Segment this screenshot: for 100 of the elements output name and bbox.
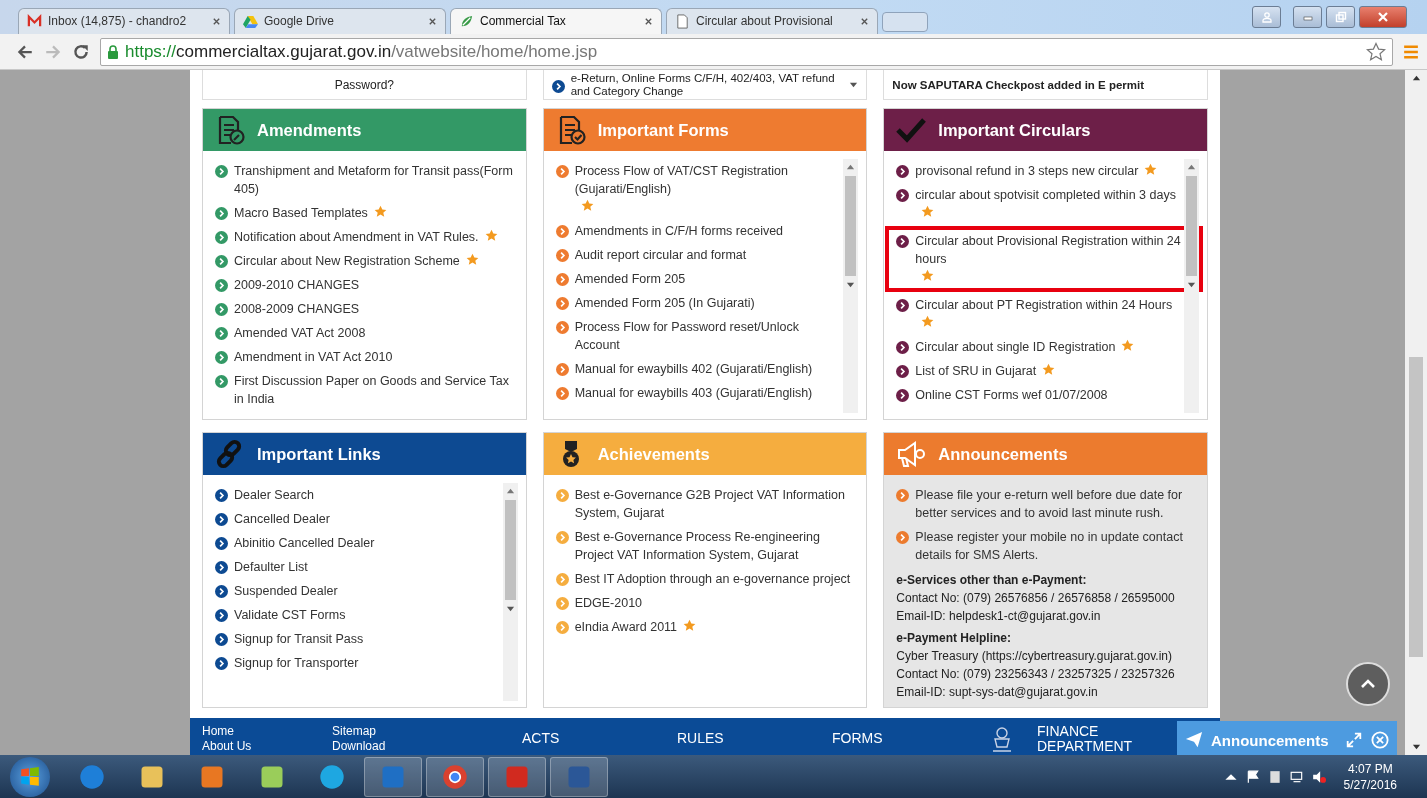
list-item-link[interactable]: Best e-Governance G2B Project VAT Information System, Gujarat: [574, 486, 855, 523]
chevron-bullet-icon: [896, 341, 910, 355]
list-item-link[interactable]: Circular about single ID Registration: [915, 338, 1116, 357]
scroll-down-arrow-icon[interactable]: [849, 80, 859, 90]
restore-button[interactable]: [1326, 6, 1355, 28]
contact-text: Contact No: (079) 23256343 / 23257325 / 23257326: [896, 666, 1176, 684]
list-item-link[interactable]: Signup for Transporter: [234, 654, 359, 673]
list-item-link[interactable]: Amendments in C/F/H forms received: [574, 222, 784, 241]
list-item-link[interactable]: Circular about Provisional Registration within 24 hours: [915, 232, 1184, 269]
minimize-button[interactable]: [1293, 6, 1322, 28]
chevron-bullet-icon: [555, 621, 569, 635]
chevron-bullet-icon: [555, 273, 569, 287]
start-button[interactable]: [10, 756, 50, 797]
expand-icon[interactable]: [1345, 731, 1363, 749]
list-item-link[interactable]: Macro Based Templates: [234, 204, 368, 223]
list-item-link[interactable]: Defaulter List: [234, 558, 308, 577]
chevron-bullet-icon: [896, 531, 910, 545]
scroll-down-arrow-icon[interactable]: [1187, 280, 1196, 290]
contact-heading: e-Payment Helpline:: [896, 630, 1013, 648]
footer-link[interactable]: Home: [202, 724, 332, 739]
scrollbar[interactable]: [843, 159, 859, 414]
browser-tab[interactable]: Circular about Provisional: [666, 7, 878, 34]
list-item-link[interactable]: First Discussion Paper on Goods and Service Tax in India: [234, 372, 514, 409]
list-item-link[interactable]: Best IT Adoption through an e-governance project: [574, 570, 851, 589]
close-icon[interactable]: [644, 16, 653, 26]
scrollbar[interactable]: [1184, 159, 1199, 414]
chevron-bullet-icon: [215, 303, 228, 317]
list-item-link[interactable]: EDGE-2010: [574, 594, 643, 613]
list-item-link[interactable]: Manual for ewaybills 402 (Gujarati/English): [574, 360, 813, 379]
list-item-link[interactable]: circular about spotvisit completed within 3 days: [915, 186, 1176, 205]
list-item-link[interactable]: eIndia Award 2011: [574, 618, 678, 637]
chevron-bullet-icon: [555, 321, 569, 335]
browser-tab[interactable]: Google Drive: [234, 7, 446, 34]
list-item-link[interactable]: Cancelled Dealer: [234, 510, 330, 529]
footer-link[interactable]: Download: [332, 739, 462, 754]
list-item-link[interactable]: Amended VAT Act 2008: [234, 324, 366, 343]
footer-heading[interactable]: FORMS: [832, 730, 987, 746]
scroll-down-arrow-icon[interactable]: [505, 604, 515, 614]
footer-heading[interactable]: RULES: [677, 730, 832, 746]
user-button[interactable]: [1252, 6, 1281, 28]
leaf-logo-icon: [459, 13, 474, 29]
scroll-down-arrow-icon[interactable]: [1411, 742, 1421, 751]
close-button[interactable]: [1359, 6, 1407, 28]
list-item-link[interactable]: Circular about New Registration Scheme: [234, 252, 460, 271]
speaker-muted-icon[interactable]: [1311, 769, 1326, 784]
address-bar[interactable]: https://commercialtax.gujarat.gov.in/vatwebsite/home/home.jsp: [100, 37, 1393, 66]
mail-icon: [27, 13, 42, 29]
list-item-link[interactable]: Process Flow of VAT/CST Registration (Gujarati/English): [574, 162, 840, 199]
footer-link[interactable]: Sitemap: [332, 724, 462, 739]
list-item-link[interactable]: Abinitio Cancelled Dealer: [234, 534, 375, 553]
close-icon[interactable]: [860, 16, 869, 26]
scrollbar[interactable]: [1405, 70, 1427, 755]
scroll-to-top-button[interactable]: [1346, 662, 1390, 707]
footer-link[interactable]: About Us: [202, 739, 332, 754]
list-item-link[interactable]: Notification about Amendment in VAT Rules.: [234, 228, 479, 247]
list-item-link[interactable]: Validate CST Forms: [234, 606, 346, 625]
close-icon: [1377, 11, 1389, 23]
clock-time[interactable]: 4:07 PM: [1347, 760, 1393, 777]
list-item-link[interactable]: 2009-2010 CHANGES: [234, 276, 360, 295]
list-item-link[interactable]: Online CST Forms wef 01/07/2008: [915, 386, 1108, 405]
device-icon[interactable]: [1267, 769, 1282, 784]
chevron-bullet-icon: [896, 235, 910, 249]
chevron-bullet-icon: [215, 537, 228, 551]
browser-tab[interactable]: Commercial Tax: [450, 7, 662, 34]
list-item-link[interactable]: 2008-2009 CHANGES: [234, 300, 360, 319]
network-icon[interactable]: [1289, 769, 1304, 784]
list-item-link[interactable]: Manual for ewaybills 403 (Gujarati/English): [574, 384, 813, 403]
panel-title: Important Circulars: [938, 120, 1091, 140]
clock-date[interactable]: 5/27/2016: [1343, 776, 1397, 793]
reload-icon[interactable]: [72, 42, 90, 61]
footer-heading[interactable]: ACTS: [522, 730, 677, 746]
list-item-link[interactable]: Amended Form 205 (In Gujarati): [574, 294, 755, 313]
department-name: FINANCE: [1037, 724, 1100, 739]
list-item-link[interactable]: provisonal refund in 3 steps new circular: [915, 162, 1139, 181]
chevron-bullet-icon: [215, 207, 228, 221]
chevron-bullet-icon: [215, 561, 228, 575]
list-item-link[interactable]: Suspended Dealer: [234, 582, 338, 601]
chevron-bullet-icon: [555, 297, 569, 311]
chevron-bullet-icon: [896, 365, 910, 379]
chevron-bullet-icon: [555, 249, 569, 263]
browser-tab[interactable]: Inbox (14,875) - chandro2: [18, 7, 230, 34]
close-icon[interactable]: [212, 16, 221, 26]
bookmark-star-icon[interactable]: [1366, 41, 1386, 62]
taskbar-app-button[interactable]: [426, 756, 484, 797]
announcement-text: Please file your e-return well before due date for better services and to avoid last minute rush.: [915, 487, 1184, 523]
scroll-down-arrow-icon[interactable]: [846, 280, 856, 290]
list-item-link[interactable]: Amended Form 205: [574, 270, 686, 289]
close-icon[interactable]: [428, 16, 437, 26]
list-item-link[interactable]: Audit report circular and format: [574, 246, 747, 265]
list-item-link[interactable]: Amendment in VAT Act 2010: [234, 348, 393, 367]
list-item-link[interactable]: List of SRU in Gujarat: [915, 362, 1037, 381]
chevron-bullet-icon: [555, 489, 569, 503]
scrollbar[interactable]: [502, 483, 518, 702]
list-item-link[interactable]: Process Flow for Password reset/Unlock Account: [574, 318, 840, 355]
list-item-link[interactable]: Dealer Search: [234, 486, 314, 505]
list-item-link[interactable]: Circular about PT Registration within 24 Hours: [915, 296, 1173, 315]
list-item-link[interactable]: Best e-Governance Process Re-engineering Project VAT Information System, Gujarat: [574, 528, 855, 565]
list-item-link[interactable]: Signup for Transit Pass: [234, 630, 364, 649]
flag-icon[interactable]: [1245, 769, 1260, 784]
list-item-link[interactable]: Transhipment and Metaform for Transit pass(Form 405): [234, 162, 514, 199]
